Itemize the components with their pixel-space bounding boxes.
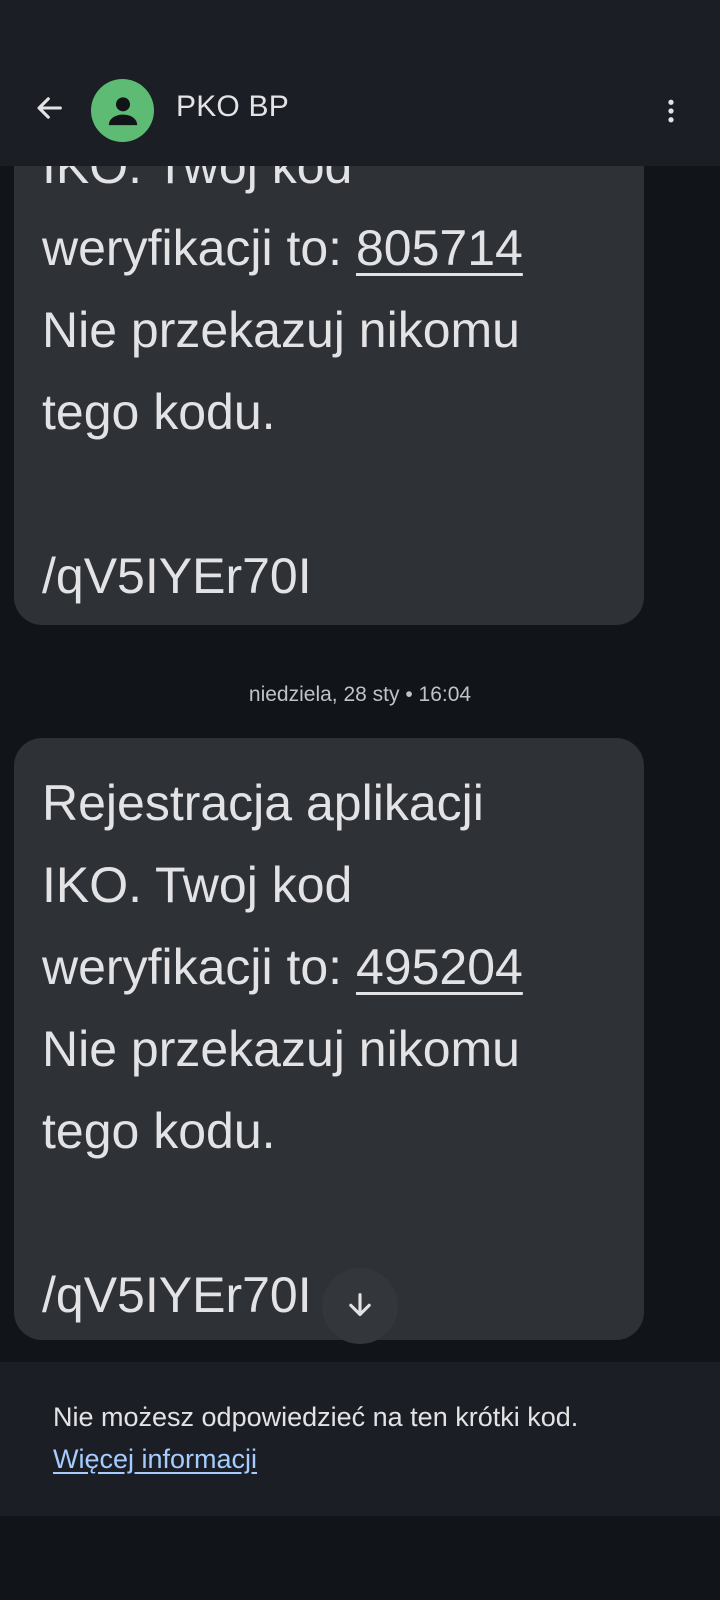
message-line: /qV5IYEr70I bbox=[42, 1267, 312, 1323]
app-bar: PKO BP bbox=[0, 0, 720, 166]
message-line: /qV5IYEr70I bbox=[42, 548, 312, 604]
contact-avatar[interactable] bbox=[91, 79, 154, 142]
message-line-text: weryfikacji to: bbox=[42, 939, 356, 995]
notice-text: Nie możesz odpowiedzieć na ten krótki ko… bbox=[53, 1402, 579, 1432]
verification-code-link[interactable]: 805714 bbox=[356, 220, 523, 276]
message-line: Rejestracja aplikacji bbox=[42, 775, 484, 831]
message-line-text: weryfikacji to: bbox=[42, 220, 356, 276]
more-options-button[interactable] bbox=[648, 88, 694, 134]
message-body: IKO. Twoj kod weryfikacji to: 805714 Nie… bbox=[42, 125, 523, 617]
message-line: Nie przekazuj nikomu bbox=[42, 302, 520, 358]
back-button[interactable] bbox=[26, 85, 72, 131]
message-line: weryfikacji to: 805714 bbox=[42, 207, 523, 289]
arrow-down-icon bbox=[349, 1293, 371, 1317]
more-info-link[interactable]: Więcej informacji bbox=[53, 1444, 257, 1475]
message-body: Rejestracja aplikacji IKO. Twoj kod wery… bbox=[42, 762, 523, 1336]
message-line: Nie przekazuj nikomu bbox=[42, 1021, 520, 1077]
contact-name[interactable]: PKO BP bbox=[176, 90, 289, 124]
scroll-to-bottom-button[interactable] bbox=[322, 1268, 398, 1344]
more-vert-icon bbox=[668, 99, 674, 123]
arrow-left-icon bbox=[37, 97, 62, 119]
message-line: IKO. Twoj kod bbox=[42, 857, 353, 913]
verification-code-link[interactable]: 495204 bbox=[356, 939, 523, 995]
message-bubble[interactable]: Rejestracja aplikacji IKO. Twoj kod wery… bbox=[14, 738, 644, 1340]
person-icon bbox=[108, 96, 137, 125]
message-line: weryfikacji to: 495204 bbox=[42, 926, 523, 1008]
message-line: tego kodu. bbox=[42, 1103, 276, 1159]
message-timestamp: niedziela, 28 sty • 16:04 bbox=[248, 683, 472, 706]
conversation-screen: IKO. Twoj kod weryfikacji to: 805714 Nie… bbox=[0, 0, 720, 1600]
message-line: tego kodu. bbox=[42, 384, 276, 440]
reply-disabled-notice: Nie możesz odpowiedzieć na ten krótki ko… bbox=[0, 1362, 720, 1516]
